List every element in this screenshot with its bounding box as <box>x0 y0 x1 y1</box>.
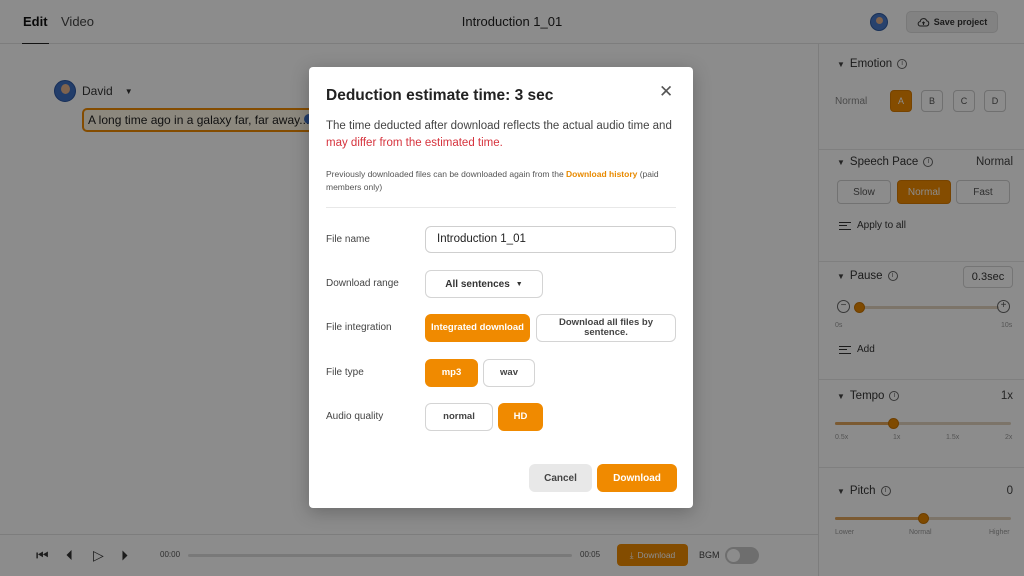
quality-hd-option[interactable]: HD <box>498 403 543 431</box>
file-type-label: File type <box>326 367 364 378</box>
close-icon[interactable]: ✕ <box>659 82 673 102</box>
quality-normal-option[interactable]: normal <box>425 403 493 431</box>
download-by-sentence-option[interactable]: Download all files by sentence. <box>536 314 676 342</box>
caret-down-icon: ▼ <box>515 280 523 288</box>
file-name-input[interactable]: Introduction 1_01 <box>425 226 676 253</box>
file-name-label: File name <box>326 234 370 245</box>
note-text: Previously downloaded files can be downl… <box>326 169 567 179</box>
integrated-download-option[interactable]: Integrated download <box>425 314 530 342</box>
description-warning: may differ from the estimated time. <box>326 137 503 149</box>
download-dialog: Deduction estimate time: 3 sec ✕ The tim… <box>309 67 693 508</box>
audio-quality-label: Audio quality <box>326 411 384 422</box>
download-range-select[interactable]: All sentences ▼ <box>425 270 543 298</box>
cancel-button[interactable]: Cancel <box>529 464 592 492</box>
dialog-title: Deduction estimate time: 3 sec <box>326 87 554 104</box>
description-text: The time deducted after download reflect… <box>326 120 672 132</box>
download-history-note: Previously downloaded files can be downl… <box>326 168 676 193</box>
download-button[interactable]: Download <box>597 464 677 492</box>
file-type-mp3-option[interactable]: mp3 <box>425 359 478 387</box>
download-range-label: Download range <box>326 278 399 289</box>
file-integration-label: File integration <box>326 322 392 333</box>
divider <box>326 207 676 208</box>
file-type-wav-option[interactable]: wav <box>483 359 535 387</box>
download-range-value: All sentences <box>445 278 510 290</box>
download-history-link[interactable]: Download history <box>566 169 637 179</box>
dialog-description: The time deducted after download reflect… <box>326 118 676 152</box>
